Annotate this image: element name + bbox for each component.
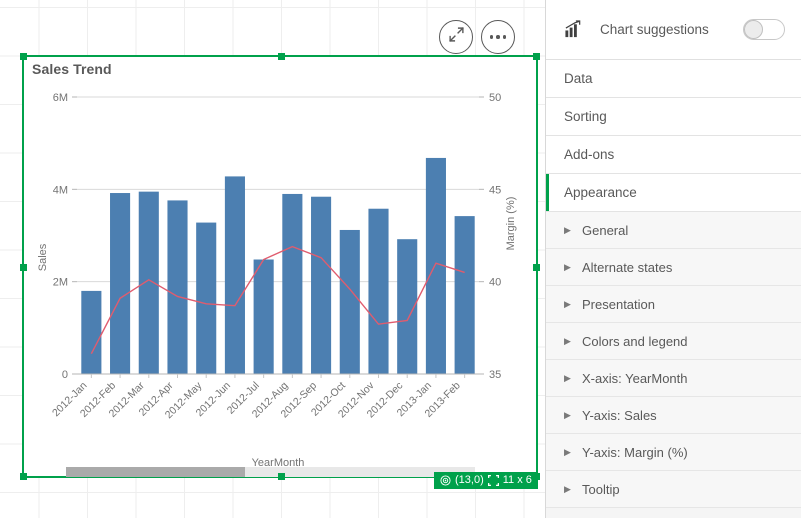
panel-subsection-label: Colors and legend [582,333,688,349]
chart-suggestions-toggle[interactable] [743,19,785,40]
panel-subsection-label: X-axis: YearMonth [582,370,688,386]
y-axis-tick-label: 2M [53,277,68,289]
panel-subsection-y-axis-sales[interactable]: ▶ Y-axis: Sales [546,397,801,434]
bar[interactable] [311,196,332,374]
resize-handle-top-center[interactable] [278,53,285,60]
panel-section-add-ons[interactable]: Add-ons [546,136,801,174]
qlik-chart-editor: Sales Trend 0 2M 4M 6M 35 40 45 50 2012-Jan 2012-… [0,0,801,518]
chevron-right-icon: ▶ [564,483,571,494]
bar[interactable] [253,259,274,374]
panel-section-label: Sorting [564,109,607,124]
chart-suggestions-row[interactable]: Chart suggestions [546,0,801,60]
properties-panel[interactable]: Chart suggestions Data Sorting Add-ons Appe… [545,0,801,518]
panel-section-appearance[interactable]: Appearance [546,174,801,212]
bar[interactable] [167,200,188,374]
panel-subsection-label: Y-axis: Sales [582,407,657,423]
target-icon [440,475,451,486]
panel-subsection-alternate-states[interactable]: ▶ Alternate states [546,249,801,286]
expand-arrows-icon [448,26,465,48]
chevron-right-icon: ▶ [564,446,571,457]
chevron-right-icon: ▶ [564,224,571,235]
chevron-right-icon: ▶ [564,298,571,309]
y2-axis-tick-label: 35 [489,369,501,381]
context-menu-button[interactable] [481,20,515,54]
y-axis-tick-label: 6M [53,92,68,104]
y2-axis-title: Margin (%) [505,197,517,251]
panel-subsection-x-axis-yearmonth[interactable]: ▶ X-axis: YearMonth [546,360,801,397]
resize-handle-bottom-center[interactable] [278,473,285,480]
panel-subsection-tooltip[interactable]: ▶ Tooltip [546,471,801,508]
panel-subsection-general[interactable]: ▶ General [546,212,801,249]
badge-size: 11 x 6 [502,474,532,486]
resize-handle-top-right[interactable] [533,53,540,60]
bar[interactable] [454,216,475,374]
resize-handle-middle-right[interactable] [533,264,540,271]
panel-subsection-label: Tooltip [582,481,620,497]
panel-subsection-label: Alternate states [582,259,673,275]
chart-suggestions-icon [564,20,590,39]
ellipsis-icon [489,35,507,39]
y-axis-title: Sales [37,243,49,271]
expand-button[interactable] [439,20,473,54]
panel-section-label: Add-ons [564,147,615,162]
panel-subsection-label: Y-axis: Margin (%) [582,444,688,460]
bar[interactable] [138,191,159,374]
panel-section-data[interactable]: Data [546,60,801,98]
bar[interactable] [282,193,303,374]
panel-section-label: Data [564,71,593,86]
combo-chart-svg[interactable]: 02M4M6M354045502012-Jan2012-Feb2012-Mar2… [24,57,536,476]
y-axis-tick-label: 4M [53,184,68,196]
bar[interactable] [196,222,217,374]
panel-subsection-label: Presentation [582,296,655,312]
y2-axis-tick-label: 40 [489,277,501,289]
resize-icon [487,475,499,486]
chart-plot-area[interactable]: 0 2M 4M 6M 35 40 45 50 2012-Jan 2012-Feb 2012-Mar 2… [24,57,536,476]
chevron-right-icon: ▶ [564,372,571,383]
panel-subsection-label: General [582,222,629,238]
panel-section-sorting[interactable]: Sorting [546,98,801,136]
bar[interactable] [110,193,131,374]
panel-subsection-presentation[interactable]: ▶ Presentation [546,286,801,323]
panel-section-label: Appearance [564,185,637,200]
bar[interactable] [224,176,245,374]
panel-subsection-colors-and-legend[interactable]: ▶ Colors and legend [546,323,801,360]
resize-handle-top-left[interactable] [20,53,27,60]
chevron-right-icon: ▶ [564,261,571,272]
chevron-right-icon: ▶ [564,409,571,420]
chart-suggestions-label: Chart suggestions [600,22,709,37]
badge-position: (13,0) [455,474,484,486]
y2-axis-tick-label: 50 [489,92,501,104]
scrollbar-thumb[interactable] [66,467,245,477]
bar[interactable] [339,229,360,374]
resize-handle-middle-left[interactable] [20,264,27,271]
resize-handle-bottom-left[interactable] [20,473,27,480]
bar[interactable] [81,290,102,374]
chevron-right-icon: ▶ [564,335,571,346]
status-badge: (13,0) 11 x 6 [434,472,538,489]
panel-subsection-y-axis-margin-[interactable]: ▶ Y-axis: Margin (%) [546,434,801,471]
chart-object-sales-trend[interactable]: Sales Trend 0 2M 4M 6M 35 40 45 50 2012-Jan 2012-… [20,53,540,480]
toggle-knob [744,20,763,39]
panel-subsection-list[interactable]: ▶ General ▶ Alternate states ▶ Presentation ▶ C… [546,212,801,508]
bar[interactable] [368,208,389,374]
panel-section-list[interactable]: Data Sorting Add-ons Appearance [546,60,801,212]
y2-axis-tick-label: 45 [489,184,501,196]
y-axis-tick-label: 0 [62,369,68,381]
chart-horizontal-scrollbar[interactable] [66,467,475,477]
